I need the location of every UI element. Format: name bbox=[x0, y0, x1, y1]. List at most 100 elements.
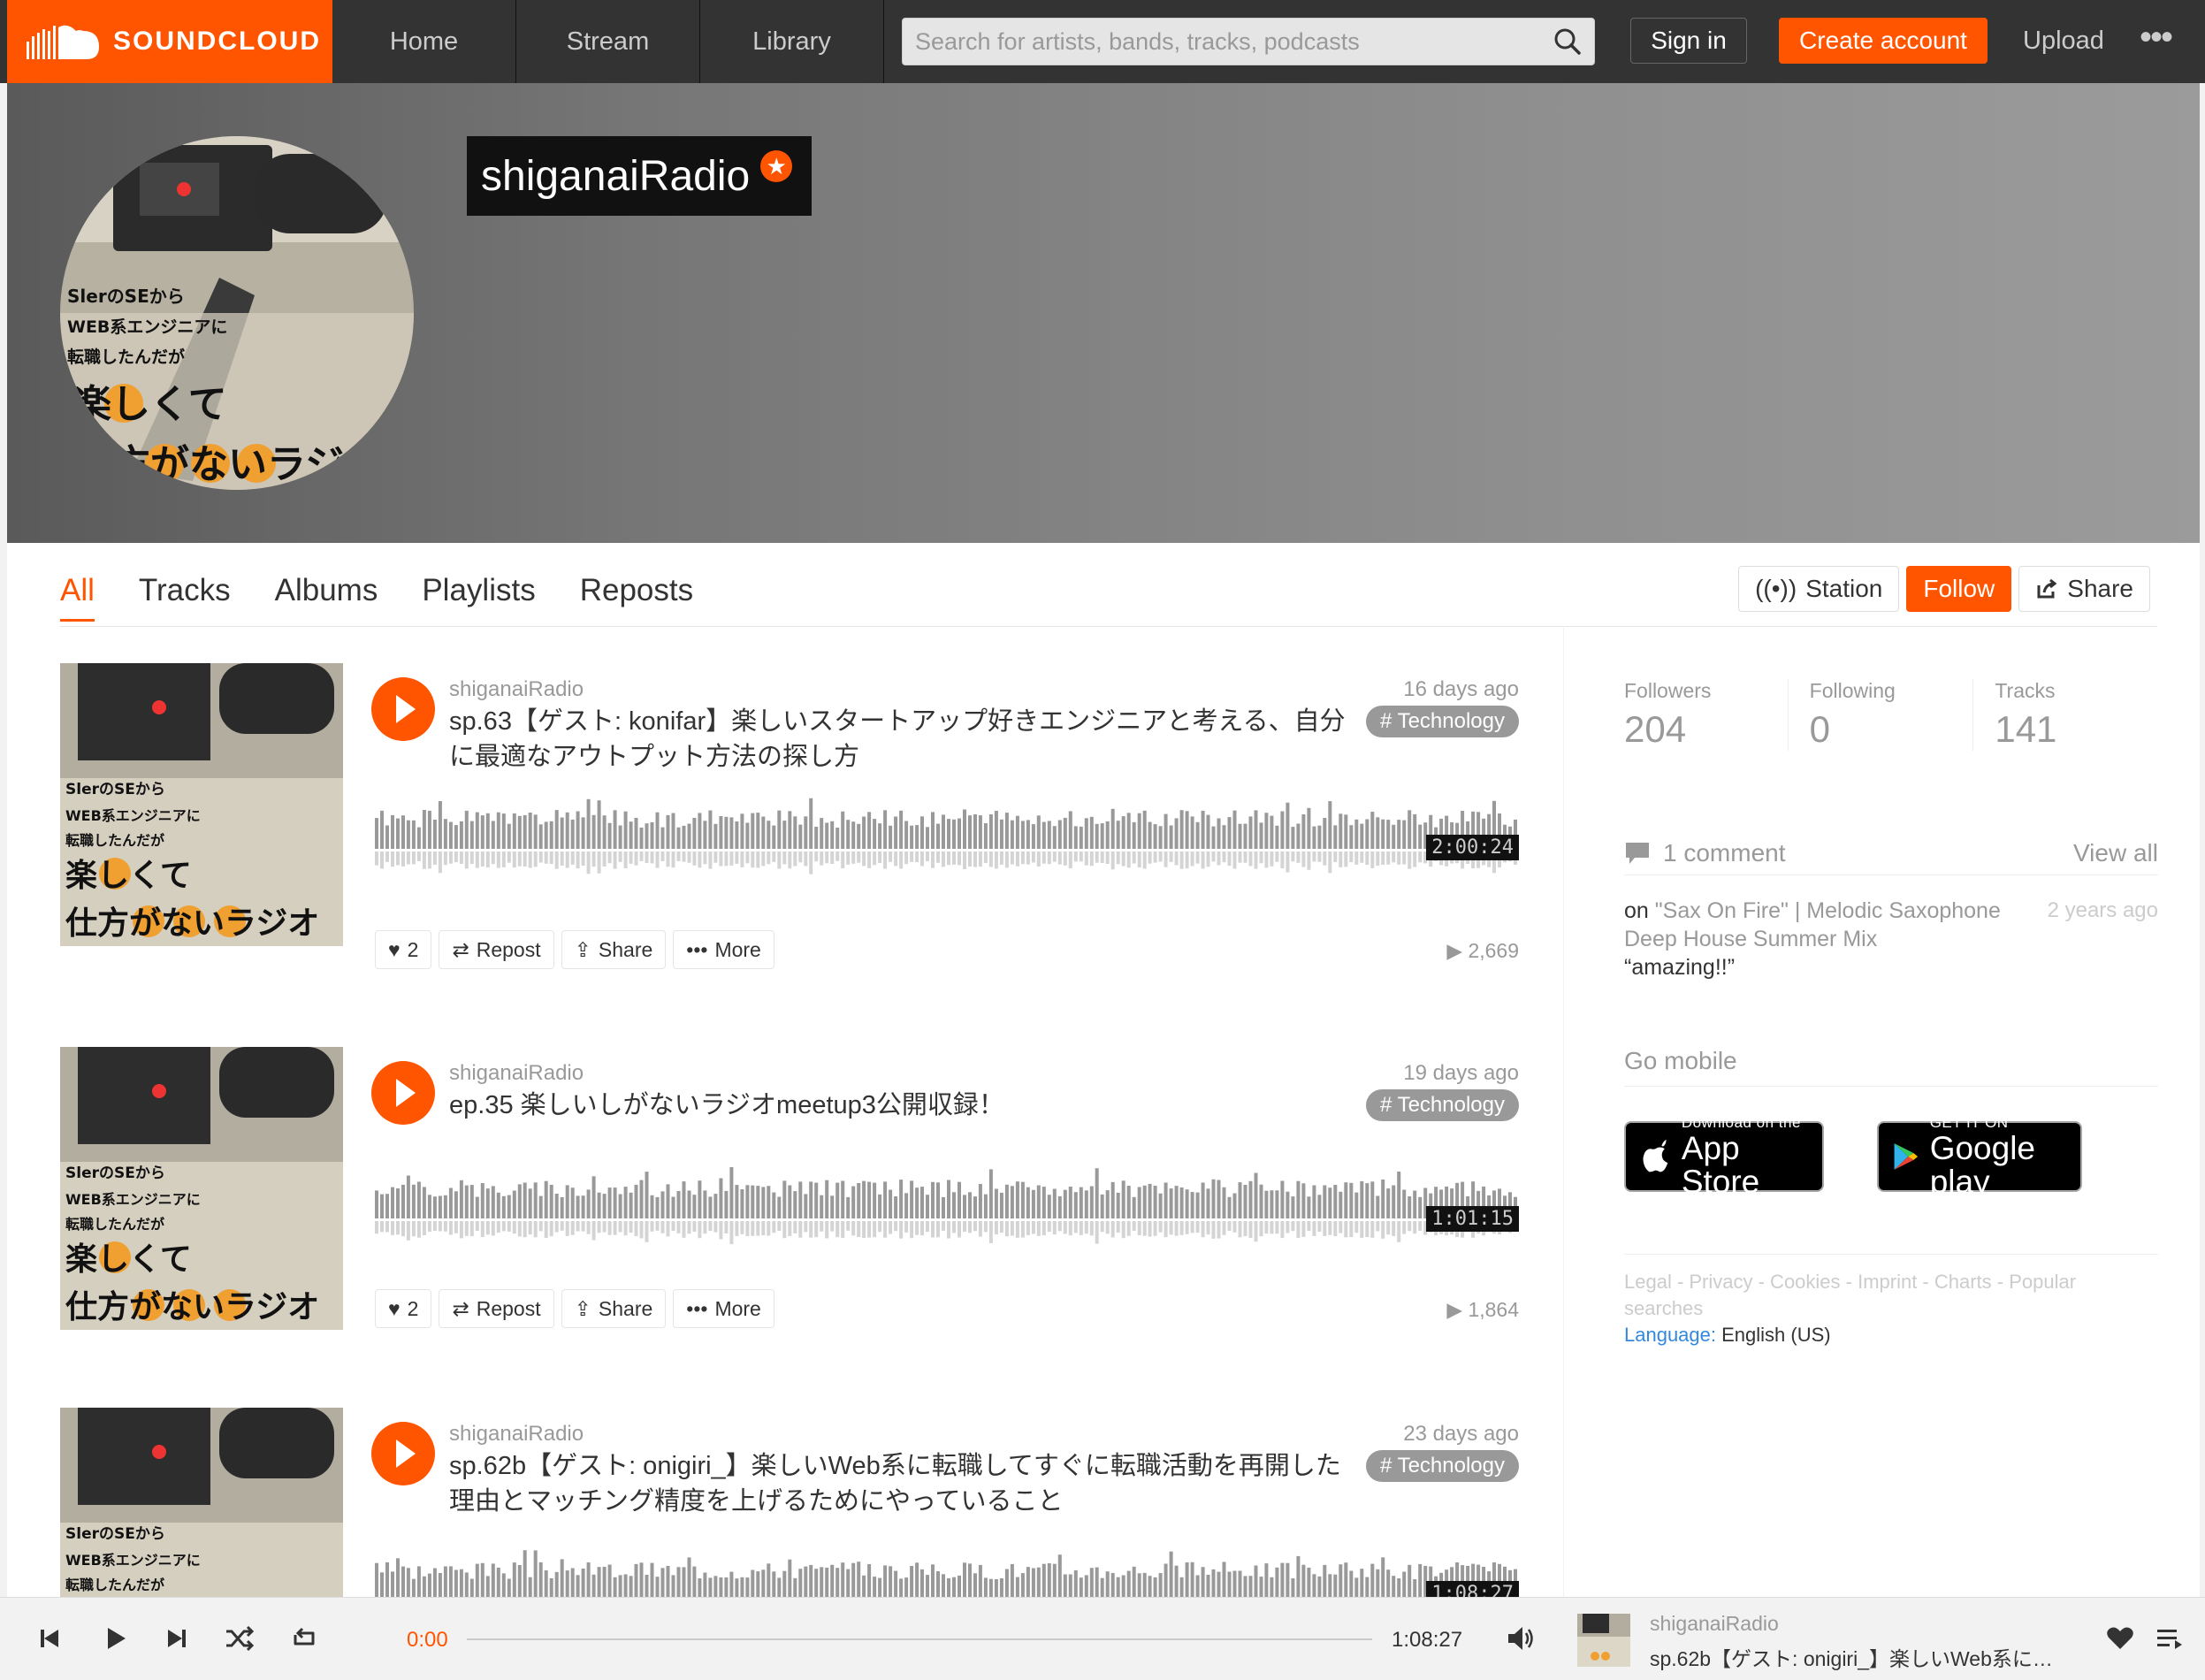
nav-stream[interactable]: Stream bbox=[516, 0, 700, 83]
tab-reposts[interactable]: Reposts bbox=[580, 573, 693, 622]
comment-count: 1 comment bbox=[1663, 838, 1786, 867]
art-line-1: SlerのSEから bbox=[65, 1525, 165, 1543]
play-count: ▶ 2,669 bbox=[1446, 939, 1519, 963]
profile-hero: SlerのSEから WEB系エンジニアに 転職したんだが 楽しくて 仕方がないラ… bbox=[7, 83, 2200, 543]
progress-bar[interactable] bbox=[467, 1638, 1372, 1640]
track-artwork[interactable]: SlerのSEから WEB系エンジニアに 転職したんだが 楽しくて 仕方がないラ… bbox=[60, 663, 343, 946]
track-actions: ♥ 2 ⇄ Repost ⇪ Share ••• More bbox=[375, 930, 774, 969]
nav-library[interactable]: Library bbox=[700, 0, 884, 83]
volume-icon[interactable] bbox=[1505, 1623, 1537, 1654]
like-button[interactable]: ♥ 2 bbox=[375, 1289, 432, 1328]
track-artwork-image: SlerのSEから WEB系エンジニアに 転職したんだが bbox=[60, 1408, 343, 1597]
sign-in-button[interactable]: Sign in bbox=[1630, 18, 1747, 64]
player-track-title[interactable]: sp.62b【ゲスト: onigiri_】楽しいWeb系に転職... bbox=[1650, 1642, 2065, 1672]
view-all-comments-link[interactable]: View all bbox=[2073, 839, 2158, 867]
share-button[interactable]: ⇪ Share bbox=[561, 1289, 667, 1328]
next-icon[interactable] bbox=[161, 1623, 193, 1654]
play-button[interactable] bbox=[371, 677, 435, 741]
art-line-2: WEB系エンジニアに bbox=[65, 807, 201, 824]
play-button[interactable] bbox=[371, 1422, 435, 1485]
station-label: Station bbox=[1805, 575, 1883, 602]
art-line-4: 楽しくて bbox=[72, 382, 227, 427]
repost-button[interactable]: ⇄ Repost bbox=[439, 930, 554, 969]
google-play-text: GET IT ON Google play bbox=[1930, 1114, 2066, 1199]
track-user[interactable]: shiganaiRadio bbox=[449, 1061, 584, 1086]
follow-button[interactable]: Follow bbox=[1906, 566, 2012, 612]
plays-icon: ▶ bbox=[1446, 1298, 1469, 1321]
waveform-graphic bbox=[375, 1550, 1517, 1597]
app-store-badge[interactable]: Download on the App Store bbox=[1624, 1114, 1824, 1199]
language-selector[interactable]: Language: English (US) bbox=[1624, 1322, 2158, 1348]
play-icon[interactable] bbox=[99, 1623, 131, 1654]
google-play-badge[interactable]: GET IT ON Google play bbox=[1877, 1114, 2082, 1199]
track-title[interactable]: sp.63【ゲスト: konifar】楽しいスタートアップ好きエンジニアと考える… bbox=[449, 704, 1360, 775]
footer-link-list[interactable]: Legal ‑ Privacy ‑ Cookies ‑ Imprint ‑ Ch… bbox=[1624, 1269, 2158, 1322]
plays-value: 2,669 bbox=[1468, 939, 1519, 962]
waveform[interactable] bbox=[375, 1539, 1519, 1597]
share-label: Share bbox=[598, 937, 653, 961]
pro-star-icon: ★ bbox=[760, 150, 793, 182]
waveform[interactable] bbox=[375, 787, 1519, 884]
art-line-5: 仕方がないラジオ bbox=[65, 1289, 319, 1325]
art-line-4: 楽しくて bbox=[65, 858, 192, 894]
track-duration: 1:01:15 bbox=[1426, 1206, 1519, 1232]
more-button[interactable]: ••• More bbox=[673, 1289, 774, 1328]
go-mobile-heading: Go mobile bbox=[1624, 1047, 2158, 1087]
tab-tracks[interactable]: Tracks bbox=[139, 573, 231, 622]
art-line-5: 仕方がないラジオ bbox=[72, 442, 383, 487]
share-profile-button[interactable]: Share bbox=[2018, 566, 2150, 612]
art-line-4: 楽しくて bbox=[65, 1241, 192, 1278]
track-artwork[interactable]: SlerのSEから WEB系エンジニアに 転職したんだが bbox=[60, 1408, 343, 1597]
language-value: English (US) bbox=[1716, 1324, 1831, 1346]
play-button[interactable] bbox=[371, 1061, 435, 1125]
track-actions: ♥ 2 ⇄ Repost ⇪ Share ••• More bbox=[375, 1289, 774, 1328]
track-title[interactable]: sp.62b【ゲスト: onigiri_】楽しいWeb系に転職してすぐに転職活動… bbox=[449, 1448, 1360, 1519]
like-count: 2 bbox=[407, 937, 419, 961]
heart-icon[interactable] bbox=[2104, 1623, 2136, 1654]
stat-following[interactable]: Following 0 bbox=[1789, 679, 1974, 751]
stat-followers[interactable]: Followers 204 bbox=[1624, 679, 1789, 751]
previous-icon[interactable] bbox=[34, 1623, 65, 1654]
track-tag[interactable]: # Technology bbox=[1366, 1450, 1519, 1482]
tab-all[interactable]: All bbox=[60, 573, 95, 622]
track-date: 23 days ago bbox=[1403, 1422, 1519, 1446]
search-icon[interactable] bbox=[1553, 27, 1582, 56]
track-artwork[interactable]: SlerのSEから WEB系エンジニアに 転職したんだが 楽しくて 仕方がないラ… bbox=[60, 1047, 343, 1330]
like-button[interactable]: ♥ 2 bbox=[375, 930, 432, 969]
soundcloud-logo[interactable]: SOUNDCLOUD bbox=[7, 0, 332, 83]
comment-track-link[interactable]: "Sax On Fire" | Melodic Saxophone Deep H… bbox=[1624, 898, 2001, 951]
comment-icon bbox=[1626, 842, 1649, 864]
player-artwork[interactable] bbox=[1577, 1614, 1630, 1667]
track-item: SlerのSEから WEB系エンジニアに 転職したんだが shiganaiRad… bbox=[60, 1408, 1519, 1597]
create-account-button[interactable]: Create account bbox=[1779, 18, 1988, 64]
comment-text: “amazing!!” bbox=[1624, 955, 1736, 980]
waveform[interactable] bbox=[375, 1157, 1519, 1254]
station-button[interactable]: ((•)) Station bbox=[1738, 566, 1900, 612]
share-label: Share bbox=[2067, 575, 2133, 602]
track-user[interactable]: shiganaiRadio bbox=[449, 1422, 584, 1447]
track-title[interactable]: ep.35 楽しいしがないラジオmeetup3公開収録！ bbox=[449, 1088, 1360, 1123]
track-user[interactable]: shiganaiRadio bbox=[449, 677, 584, 702]
shuffle-icon[interactable] bbox=[223, 1623, 255, 1654]
profile-avatar[interactable]: SlerのSEから WEB系エンジニアに 転職したんだが 楽しくて 仕方がないラ… bbox=[60, 136, 414, 490]
stat-tracks[interactable]: Tracks 141 bbox=[1973, 679, 2158, 751]
player-track-user[interactable]: shiganaiRadio bbox=[1650, 1612, 1779, 1636]
tab-playlists[interactable]: Playlists bbox=[422, 573, 535, 622]
track-date: 19 days ago bbox=[1403, 1061, 1519, 1085]
track-tag[interactable]: # Technology bbox=[1366, 1089, 1519, 1121]
search-input[interactable] bbox=[915, 27, 1553, 56]
nav-home[interactable]: Home bbox=[332, 0, 516, 83]
stat-value: 0 bbox=[1809, 708, 1831, 750]
repost-label: Repost bbox=[476, 1296, 541, 1320]
repeat-icon[interactable] bbox=[288, 1623, 320, 1654]
more-menu-icon[interactable]: ••• bbox=[2140, 19, 2173, 55]
apple-icon bbox=[1643, 1139, 1668, 1172]
upload-link[interactable]: Upload bbox=[2023, 18, 2104, 64]
tab-albums[interactable]: Albums bbox=[275, 573, 378, 622]
repost-button[interactable]: ⇄ Repost bbox=[439, 1289, 554, 1328]
queue-icon[interactable] bbox=[2154, 1623, 2186, 1654]
share-icon: ⇪ bbox=[574, 1296, 591, 1320]
more-button[interactable]: ••• More bbox=[673, 930, 774, 969]
share-button[interactable]: ⇪ Share bbox=[561, 930, 667, 969]
track-tag[interactable]: # Technology bbox=[1366, 706, 1519, 737]
